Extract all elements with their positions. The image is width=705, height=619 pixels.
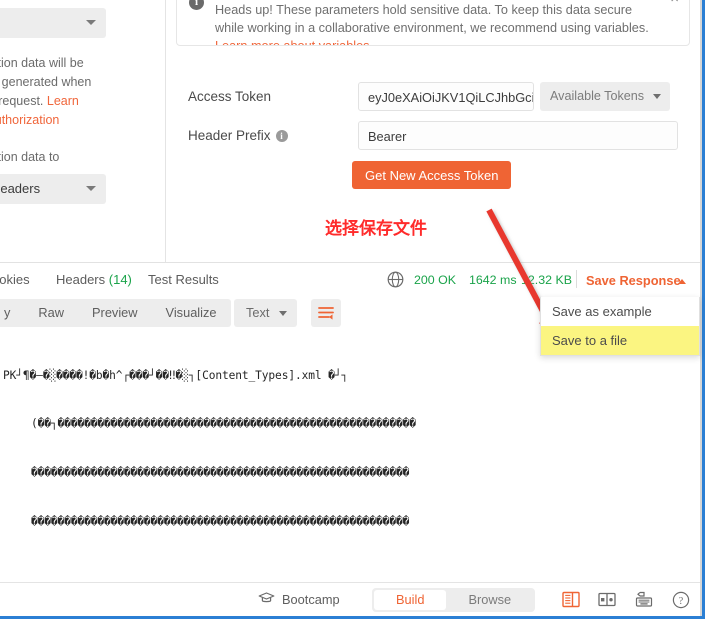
- bottom-status-bar: Bootcamp Build Browse ?: [0, 582, 700, 616]
- globe-icon: [387, 271, 404, 293]
- auth-help-line3: nd the request.: [0, 94, 44, 108]
- auth-left-column: h 2.0 thorization data will be atically …: [0, 0, 165, 262]
- header-prefix-label: Header Prefix i: [188, 128, 358, 143]
- split-pane-view-icon[interactable]: [598, 591, 616, 608]
- help-icon[interactable]: ?: [672, 591, 690, 609]
- postman-window: h 2.0 thorization data will be atically …: [0, 0, 705, 619]
- available-tokens-select[interactable]: Available Tokens: [540, 82, 671, 111]
- keyboard-shortcuts-icon[interactable]: [634, 591, 654, 608]
- toggle-browse[interactable]: Browse: [446, 590, 533, 610]
- caret-up-icon[interactable]: [678, 279, 686, 284]
- add-auth-target-value: est Headers: [0, 181, 41, 196]
- response-tabbar: ookies Headers (14) Test Results 200 OK …: [0, 263, 700, 299]
- add-auth-data-label: thorization data to: [0, 150, 60, 164]
- word-wrap-button[interactable]: [311, 299, 341, 327]
- toggle-build[interactable]: Build: [374, 589, 447, 610]
- auth-help-line2: atically generated when: [0, 75, 92, 89]
- banner-learn-link-part1[interactable]: Learn: [215, 39, 247, 45]
- build-browse-toggle: Build Browse: [372, 587, 536, 612]
- chevron-down-icon: [653, 94, 662, 99]
- request-auth-pane: h 2.0 thorization data will be atically …: [0, 0, 700, 262]
- auth-help-line1: thorization data will be: [0, 56, 84, 70]
- auth-help-text: thorization data will be atically genera…: [0, 54, 110, 130]
- response-time: 1642 ms: [469, 273, 517, 287]
- chevron-down-icon: [86, 20, 96, 25]
- banner-learn-link-part2[interactable]: more about variables: [251, 39, 369, 45]
- graduation-cap-icon: [258, 591, 275, 608]
- menu-item-save-to-a-file[interactable]: Save to a file: [541, 326, 699, 355]
- response-headers-count: (14): [108, 272, 132, 287]
- response-status-code: 200 OK: [414, 273, 457, 287]
- body-view-raw[interactable]: Raw: [24, 299, 78, 327]
- auth-learn-link-part1[interactable]: Learn: [47, 94, 79, 108]
- bottom-bar-icons: ?: [562, 591, 690, 609]
- raw-line: (��┐������������������������������������…: [31, 417, 416, 431]
- chevron-down-icon: [86, 186, 96, 191]
- svg-text:?: ?: [679, 595, 684, 606]
- close-icon[interactable]: ×: [670, 0, 679, 6]
- sensitive-data-banner: i × Heads up! These parameters hold sens…: [176, 0, 690, 46]
- chevron-down-icon: [279, 311, 288, 316]
- response-tab-headers-label: Headers: [56, 272, 106, 287]
- two-pane-view-icon[interactable]: [562, 591, 580, 608]
- response-body-raw[interactable]: PK┘¶�—�░����!�b�h^┌���┘��‼�░┐[Content_Ty…: [0, 335, 700, 557]
- header-prefix-input[interactable]: Bearer: [358, 121, 678, 150]
- response-format-select[interactable]: Text: [234, 299, 298, 327]
- response-size: 12.32 KB: [521, 273, 572, 287]
- raw-line: PK┘¶�—�░����!�b�h^┌���┘��‼�░┐[Content_Ty…: [3, 368, 349, 382]
- raw-line: ����������������������������������������…: [31, 515, 410, 529]
- response-tab-cookies[interactable]: ookies: [0, 272, 30, 287]
- raw-line: ����������������������������������������…: [31, 466, 410, 480]
- response-tab-test-results[interactable]: Test Results: [148, 272, 219, 287]
- body-view-pretty[interactable]: y: [0, 299, 24, 327]
- body-view-preview[interactable]: Preview: [78, 299, 152, 327]
- access-token-row: Access Token eyJ0eXAiOiJKV1QiLCJhbGciO A…: [188, 82, 700, 111]
- menu-item-save-as-example[interactable]: Save as example: [541, 297, 699, 326]
- auth-learn-link-part2[interactable]: bout authorization: [0, 113, 59, 127]
- bootcamp-label: Bootcamp: [282, 592, 340, 607]
- access-token-label: Access Token: [188, 89, 272, 104]
- save-response-button[interactable]: Save Response: [586, 273, 681, 288]
- available-tokens-label: Available Tokens: [550, 89, 645, 103]
- bootcamp-button[interactable]: Bootcamp: [258, 591, 340, 608]
- save-response-menu: Save as example Save to a file: [540, 297, 700, 356]
- body-view-visualize[interactable]: Visualize: [152, 299, 231, 327]
- get-new-access-token-button[interactable]: Get New Access Token: [352, 161, 512, 189]
- body-view-tabs: y Raw Preview Visualize: [0, 299, 231, 327]
- meta-separator: [576, 270, 577, 288]
- header-prefix-row: Header Prefix i Bearer: [188, 121, 700, 150]
- banner-line2: working in a collaborative environment, …: [247, 21, 649, 35]
- annotation-text: 选择保存文件: [325, 219, 427, 239]
- response-format-value: Text: [246, 305, 270, 320]
- access-token-input[interactable]: eyJ0eXAiOiJKV1QiLCJhbGciO: [358, 82, 534, 111]
- header-prefix-label-text: Header Prefix: [188, 128, 271, 143]
- add-auth-target-select[interactable]: est Headers: [0, 174, 106, 204]
- auth-right-column: i × Heads up! These parameters hold sens…: [166, 0, 700, 262]
- info-icon[interactable]: i: [275, 130, 288, 142]
- auth-type-select[interactable]: h 2.0: [0, 8, 106, 38]
- info-icon: i: [189, 0, 204, 10]
- response-tab-headers[interactable]: Headers (14): [56, 272, 132, 287]
